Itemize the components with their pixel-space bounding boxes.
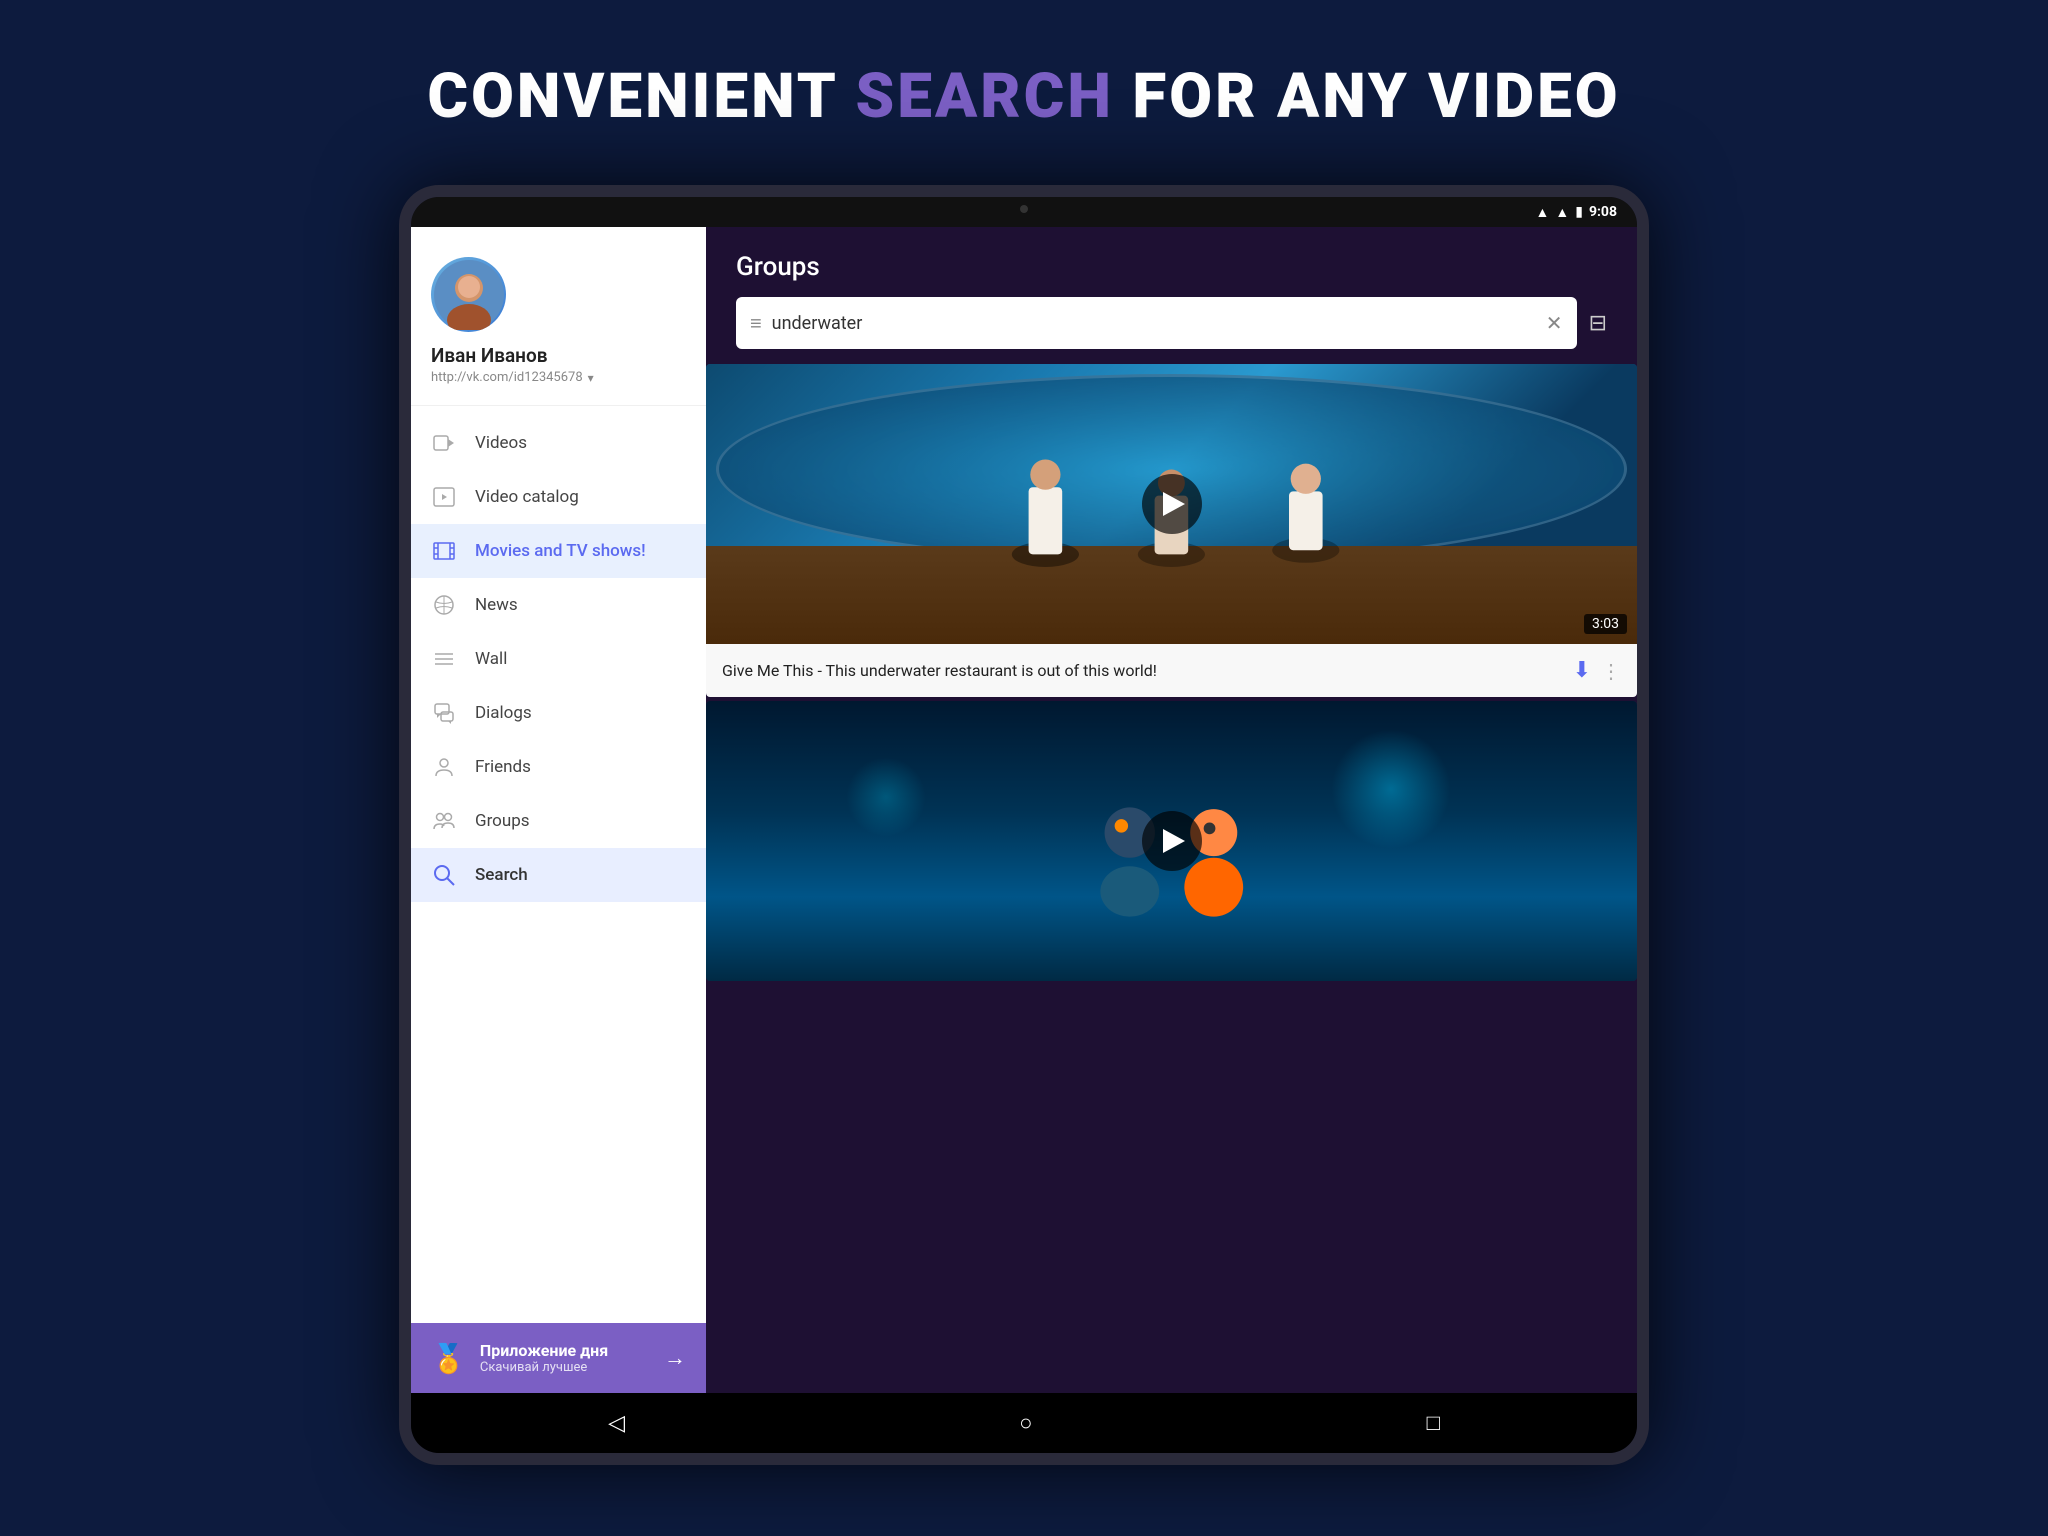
app-container: Иван Иванов http://vk.com/id12345678 ▾ [411, 227, 1637, 1393]
wifi-icon: ▲ [1536, 204, 1550, 221]
dialogs-label: Dialogs [475, 703, 532, 723]
tablet-right-button [1645, 699, 1649, 759]
aqua-light-2 [846, 757, 926, 837]
friends-label: Friends [475, 757, 531, 777]
sidebar-item-video-catalog[interactable]: Video catalog [411, 470, 706, 524]
search-clear-icon[interactable]: ✕ [1546, 311, 1563, 335]
video-thumbnail-2[interactable] [706, 701, 1637, 981]
banner-title: Приложение дня [480, 1341, 608, 1360]
search-query-text[interactable]: underwater [772, 313, 1536, 334]
title-highlight: SEARCH [855, 60, 1113, 133]
filter-icon[interactable]: ⊟ [1589, 311, 1607, 336]
movies-icon [431, 538, 457, 564]
nav-items: Videos Video catalog Mov [411, 406, 706, 1323]
play-triangle-2 [1163, 829, 1185, 853]
sidebar-item-groups[interactable]: Groups [411, 794, 706, 848]
play-button-2[interactable] [1142, 811, 1202, 871]
signal-icon: ▲ [1555, 204, 1569, 221]
video-catalog-label: Video catalog [475, 487, 579, 507]
friends-icon [431, 754, 457, 780]
tablet-wrapper: ▲ ▲ ▮ 9:08 [399, 185, 1649, 1465]
play-triangle-1 [1163, 492, 1185, 516]
play-button-1[interactable] [1142, 474, 1202, 534]
app-banner[interactable]: 🏅 Приложение дня Скачивай лучшее → [411, 1323, 706, 1393]
video-card-1: 3:03 Give Me This - This underwater rest… [706, 364, 1637, 697]
home-button[interactable]: ○ [1019, 1410, 1032, 1436]
sidebar-item-dialogs[interactable]: Dialogs [411, 686, 706, 740]
banner-text: Приложение дня Скачивай лучшее [480, 1341, 608, 1375]
search-input-container: ≡ underwater ✕ [736, 297, 1577, 349]
dropdown-arrow-icon[interactable]: ▾ [588, 371, 594, 385]
wall-label: Wall [475, 649, 507, 669]
user-profile[interactable]: Иван Иванов http://vk.com/id12345678 ▾ [411, 227, 706, 406]
search-label: Search [475, 865, 528, 885]
download-icon-1[interactable]: ⬇ [1573, 658, 1591, 683]
videos-label: Videos [475, 433, 527, 453]
video-card-2 [706, 701, 1637, 981]
groups-label: Groups [475, 811, 530, 831]
main-content: Groups ≡ underwater ✕ ⊟ [706, 227, 1637, 1393]
user-name: Иван Иванов [431, 344, 686, 367]
groups-icon [431, 808, 457, 834]
bottom-nav: ◁ ○ □ [411, 1393, 1637, 1453]
video-duration-1: 3:03 [1584, 614, 1627, 634]
camera-dot [1020, 205, 1028, 213]
banner-arrow-icon[interactable]: → [664, 1345, 686, 1371]
search-menu-icon[interactable]: ≡ [750, 311, 762, 336]
user-url-text: http://vk.com/id12345678 [431, 370, 583, 385]
title-part1: CONVENIENT [427, 60, 855, 133]
news-icon [431, 592, 457, 618]
content-header: Groups ≡ underwater ✕ ⊟ [706, 227, 1637, 364]
wall-icon [431, 646, 457, 672]
video-thumbnail-1[interactable]: 3:03 [706, 364, 1637, 644]
news-label: News [475, 595, 518, 615]
tablet-left-button [399, 795, 403, 855]
sidebar: Иван Иванов http://vk.com/id12345678 ▾ [411, 227, 706, 1393]
sidebar-item-movies[interactable]: Movies and TV shows! [411, 524, 706, 578]
sidebar-item-videos[interactable]: Videos [411, 416, 706, 470]
page-background: CONVENIENT SEARCH FOR ANY VIDEO ▲ ▲ ▮ 9:… [0, 0, 2048, 1536]
status-icons: ▲ ▲ ▮ 9:08 [1536, 204, 1617, 221]
sidebar-item-friends[interactable]: Friends [411, 740, 706, 794]
page-title: CONVENIENT SEARCH FOR ANY VIDEO [0, 0, 2048, 173]
status-time: 9:08 [1589, 204, 1617, 220]
user-url: http://vk.com/id12345678 ▾ [431, 370, 686, 385]
avatar [431, 257, 506, 332]
video-catalog-icon [431, 484, 457, 510]
battery-icon: ▮ [1575, 204, 1583, 220]
tablet-frame: ▲ ▲ ▮ 9:08 [399, 185, 1649, 1465]
more-icon-1[interactable]: ⋮ [1601, 659, 1621, 683]
video-title-1: Give Me This - This underwater restauran… [722, 661, 1563, 680]
video-list: 3:03 Give Me This - This underwater rest… [706, 364, 1637, 1393]
title-part2: FOR ANY VIDEO [1114, 60, 1621, 133]
sidebar-item-news[interactable]: News [411, 578, 706, 632]
movies-label: Movies and TV shows! [475, 541, 646, 561]
sidebar-item-wall[interactable]: Wall [411, 632, 706, 686]
section-title: Groups [736, 252, 1607, 282]
back-button[interactable]: ◁ [608, 1411, 625, 1436]
banner-subtitle: Скачивай лучшее [480, 1360, 608, 1375]
sidebar-item-search[interactable]: Search [411, 848, 706, 902]
videos-icon [431, 430, 457, 456]
search-bar[interactable]: ≡ underwater ✕ ⊟ [736, 297, 1607, 349]
banner-icon: 🏅 [431, 1342, 466, 1375]
dialogs-icon [431, 700, 457, 726]
search-icon [431, 862, 457, 888]
recent-button[interactable]: □ [1427, 1410, 1440, 1436]
video-info-1: Give Me This - This underwater restauran… [706, 644, 1637, 697]
